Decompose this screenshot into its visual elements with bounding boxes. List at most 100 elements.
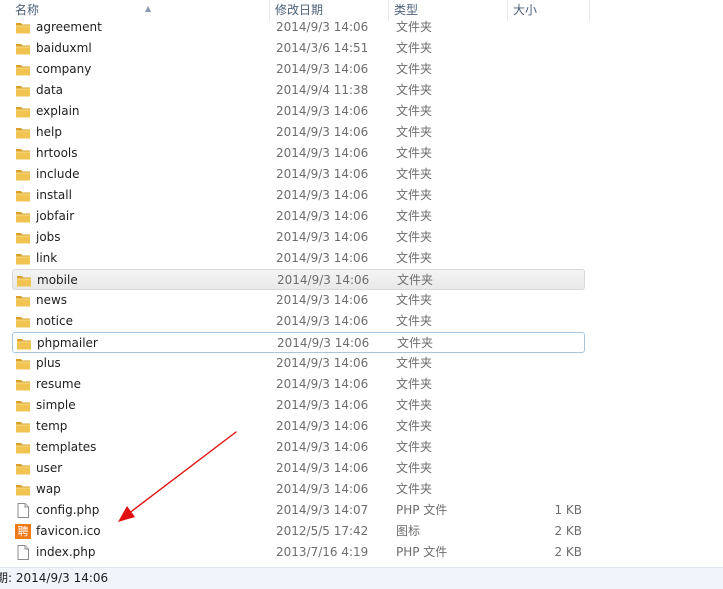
file-row-notice[interactable]: notice 2014/9/3 14:06 文件夹	[12, 311, 585, 332]
folder-icon	[15, 398, 31, 413]
file-size	[512, 395, 582, 416]
file-row-phpmailer[interactable]: phpmailer 2014/9/3 14:06 文件夹	[12, 332, 585, 353]
file-date: 2014/9/4 11:38	[276, 83, 369, 97]
file-size	[513, 333, 583, 354]
file-type: 文件夹	[396, 20, 433, 34]
file-row-news[interactable]: news 2014/9/3 14:06 文件夹	[12, 290, 585, 311]
file-date: 2014/9/3 14:06	[276, 314, 369, 328]
file-date: 2014/9/3 14:06	[276, 440, 369, 454]
file-type: 文件夹	[396, 461, 433, 475]
file-date: 2014/9/3 14:06	[276, 230, 369, 244]
file-date: 2014/9/3 14:06	[276, 398, 369, 412]
file-row-favicon-ico[interactable]: 聘 favicon.ico 2012/5/5 17:42 图标 2 KB	[12, 521, 585, 542]
file-type: 文件夹	[396, 188, 433, 202]
file-row-help[interactable]: help 2014/9/3 14:06 文件夹	[12, 122, 585, 143]
file-date: 2013/7/16 4:19	[276, 545, 369, 559]
folder-icon	[15, 230, 31, 245]
folder-icon	[15, 482, 31, 497]
file-size	[512, 17, 582, 38]
file-type: PHP 文件	[396, 503, 448, 517]
file-type: 文件夹	[396, 230, 433, 244]
file-name: link	[36, 251, 58, 265]
file-row-mobile[interactable]: mobile 2014/9/3 14:06 文件夹	[12, 269, 585, 290]
file-type: 文件夹	[397, 336, 434, 350]
file-size: 2 KB	[554, 524, 582, 538]
folder-icon	[15, 356, 31, 371]
file-date: 2012/5/5 17:42	[276, 524, 369, 538]
folder-icon	[15, 104, 31, 119]
php-file-icon	[15, 503, 31, 518]
details-status-bar: 期: 2014/9/3 14:06	[0, 567, 723, 589]
file-name: temp	[36, 419, 68, 433]
file-row-wap[interactable]: wap 2014/9/3 14:06 文件夹	[12, 479, 585, 500]
file-size	[513, 270, 583, 291]
file-type: 文件夹	[396, 356, 433, 370]
file-type: 文件夹	[396, 251, 433, 265]
file-name: hrtools	[36, 146, 78, 160]
file-row-hrtools[interactable]: hrtools 2014/9/3 14:06 文件夹	[12, 143, 585, 164]
file-name: help	[36, 125, 62, 139]
file-size	[512, 437, 582, 458]
file-type: 文件夹	[396, 104, 433, 118]
file-type: 文件夹	[396, 209, 433, 223]
file-type: PHP 文件	[396, 545, 448, 559]
file-name: simple	[36, 398, 76, 412]
file-name: templates	[36, 440, 97, 454]
file-type: 文件夹	[396, 398, 433, 412]
file-row-user[interactable]: user 2014/9/3 14:06 文件夹	[12, 458, 585, 479]
folder-icon	[15, 62, 31, 77]
file-row-explain[interactable]: explain 2014/9/3 14:06 文件夹	[12, 101, 585, 122]
file-row-baiduxml[interactable]: baiduxml 2014/3/6 14:51 文件夹	[12, 38, 585, 59]
file-date: 2014/9/3 14:06	[276, 461, 369, 475]
file-row-templates[interactable]: templates 2014/9/3 14:06 文件夹	[12, 437, 585, 458]
file-row-link[interactable]: link 2014/9/3 14:06 文件夹	[12, 248, 585, 269]
file-row-resume[interactable]: resume 2014/9/3 14:06 文件夹	[12, 374, 585, 395]
file-size: 1 KB	[554, 503, 582, 517]
file-size	[512, 164, 582, 185]
file-row-data[interactable]: data 2014/9/4 11:38 文件夹	[12, 80, 585, 101]
folder-icon	[15, 461, 31, 476]
status-modified-date: 期: 2014/9/3 14:06	[0, 571, 109, 585]
file-type: 文件夹	[396, 146, 433, 160]
file-row-jobfair[interactable]: jobfair 2014/9/3 14:06 文件夹	[12, 206, 585, 227]
favicon-glyph: 聘	[15, 524, 31, 539]
file-size	[512, 311, 582, 332]
file-row-company[interactable]: company 2014/9/3 14:06 文件夹	[12, 59, 585, 80]
file-date: 2014/9/3 14:06	[276, 20, 369, 34]
file-row-agreement[interactable]: agreement 2014/9/3 14:06 文件夹	[12, 17, 585, 38]
file-name: include	[36, 167, 80, 181]
file-row-install[interactable]: install 2014/9/3 14:06 文件夹	[12, 185, 585, 206]
file-row-temp[interactable]: temp 2014/9/3 14:06 文件夹	[12, 416, 585, 437]
file-date: 2014/9/3 14:06	[276, 209, 369, 223]
file-date: 2014/9/3 14:06	[276, 419, 369, 433]
file-date: 2014/9/3 14:06	[277, 273, 370, 287]
file-row-include[interactable]: include 2014/9/3 14:06 文件夹	[12, 164, 585, 185]
column-header-name-label: 名称	[15, 3, 40, 17]
file-date: 2014/9/3 14:06	[276, 482, 369, 496]
file-name: resume	[36, 377, 81, 391]
file-name: user	[36, 461, 63, 475]
file-size	[512, 143, 582, 164]
file-name: index.php	[36, 545, 96, 559]
file-size	[512, 374, 582, 395]
file-row-plus[interactable]: plus 2014/9/3 14:06 文件夹	[12, 353, 585, 374]
file-type: 文件夹	[396, 167, 433, 181]
file-row-jobs[interactable]: jobs 2014/9/3 14:06 文件夹	[12, 227, 585, 248]
file-row-config-php[interactable]: config.php 2014/9/3 14:07 PHP 文件 1 KB	[12, 500, 585, 521]
folder-icon	[16, 273, 32, 288]
file-row-index-php[interactable]: index.php 2013/7/16 4:19 PHP 文件 2 KB	[12, 542, 585, 563]
file-size	[512, 416, 582, 437]
folder-icon	[16, 336, 32, 351]
file-name: config.php	[36, 503, 100, 517]
file-name: company	[36, 62, 92, 76]
file-name: explain	[36, 104, 80, 118]
file-type: 文件夹	[396, 482, 433, 496]
file-date: 2014/9/3 14:06	[276, 251, 369, 265]
folder-icon	[15, 125, 31, 140]
file-size	[512, 101, 582, 122]
file-name: jobfair	[36, 209, 75, 223]
file-name: mobile	[37, 273, 78, 287]
file-row-simple[interactable]: simple 2014/9/3 14:06 文件夹	[12, 395, 585, 416]
file-size	[512, 206, 582, 227]
file-name: news	[36, 293, 68, 307]
